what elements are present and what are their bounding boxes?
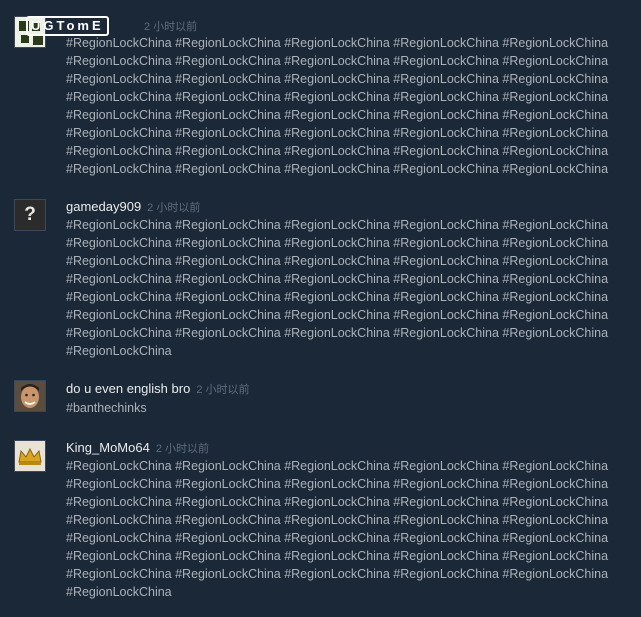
watermark: UGTomE [26, 16, 109, 38]
comment-header: King_MoMo64 2 小时以前 [66, 440, 209, 456]
avatar[interactable] [14, 380, 46, 412]
face-icon [15, 381, 45, 411]
author-link[interactable]: King_MoMo64 [66, 440, 150, 455]
comment-header: gameday909 2 小时以前 [66, 199, 200, 215]
comment-header: do u even english bro 2 小时以前 [66, 381, 250, 397]
author-link[interactable]: gameday909 [66, 199, 141, 214]
crown-icon [18, 447, 42, 465]
comment-text: #banthechinks [66, 401, 147, 415]
question-mark-icon: ? [24, 204, 36, 225]
comment-text: #RegionLockChina #RegionLockChina #Regio… [66, 218, 609, 358]
timestamp: 2 小时以前 [144, 21, 198, 33]
watermark-text: UGTomE [26, 16, 109, 36]
comment-text: #RegionLockChina #RegionLockChina #Regio… [66, 36, 609, 176]
author-link[interactable]: do u even english bro [66, 381, 190, 396]
comment-text: #RegionLockChina #RegionLockChina #Regio… [66, 459, 609, 599]
avatar[interactable] [14, 440, 46, 472]
timestamp: 2 小时以前 [155, 443, 210, 455]
avatar[interactable]: ? [14, 199, 46, 231]
timestamp: 2 小时以前 [147, 202, 201, 214]
timestamp: 2 小时以前 [196, 384, 250, 396]
